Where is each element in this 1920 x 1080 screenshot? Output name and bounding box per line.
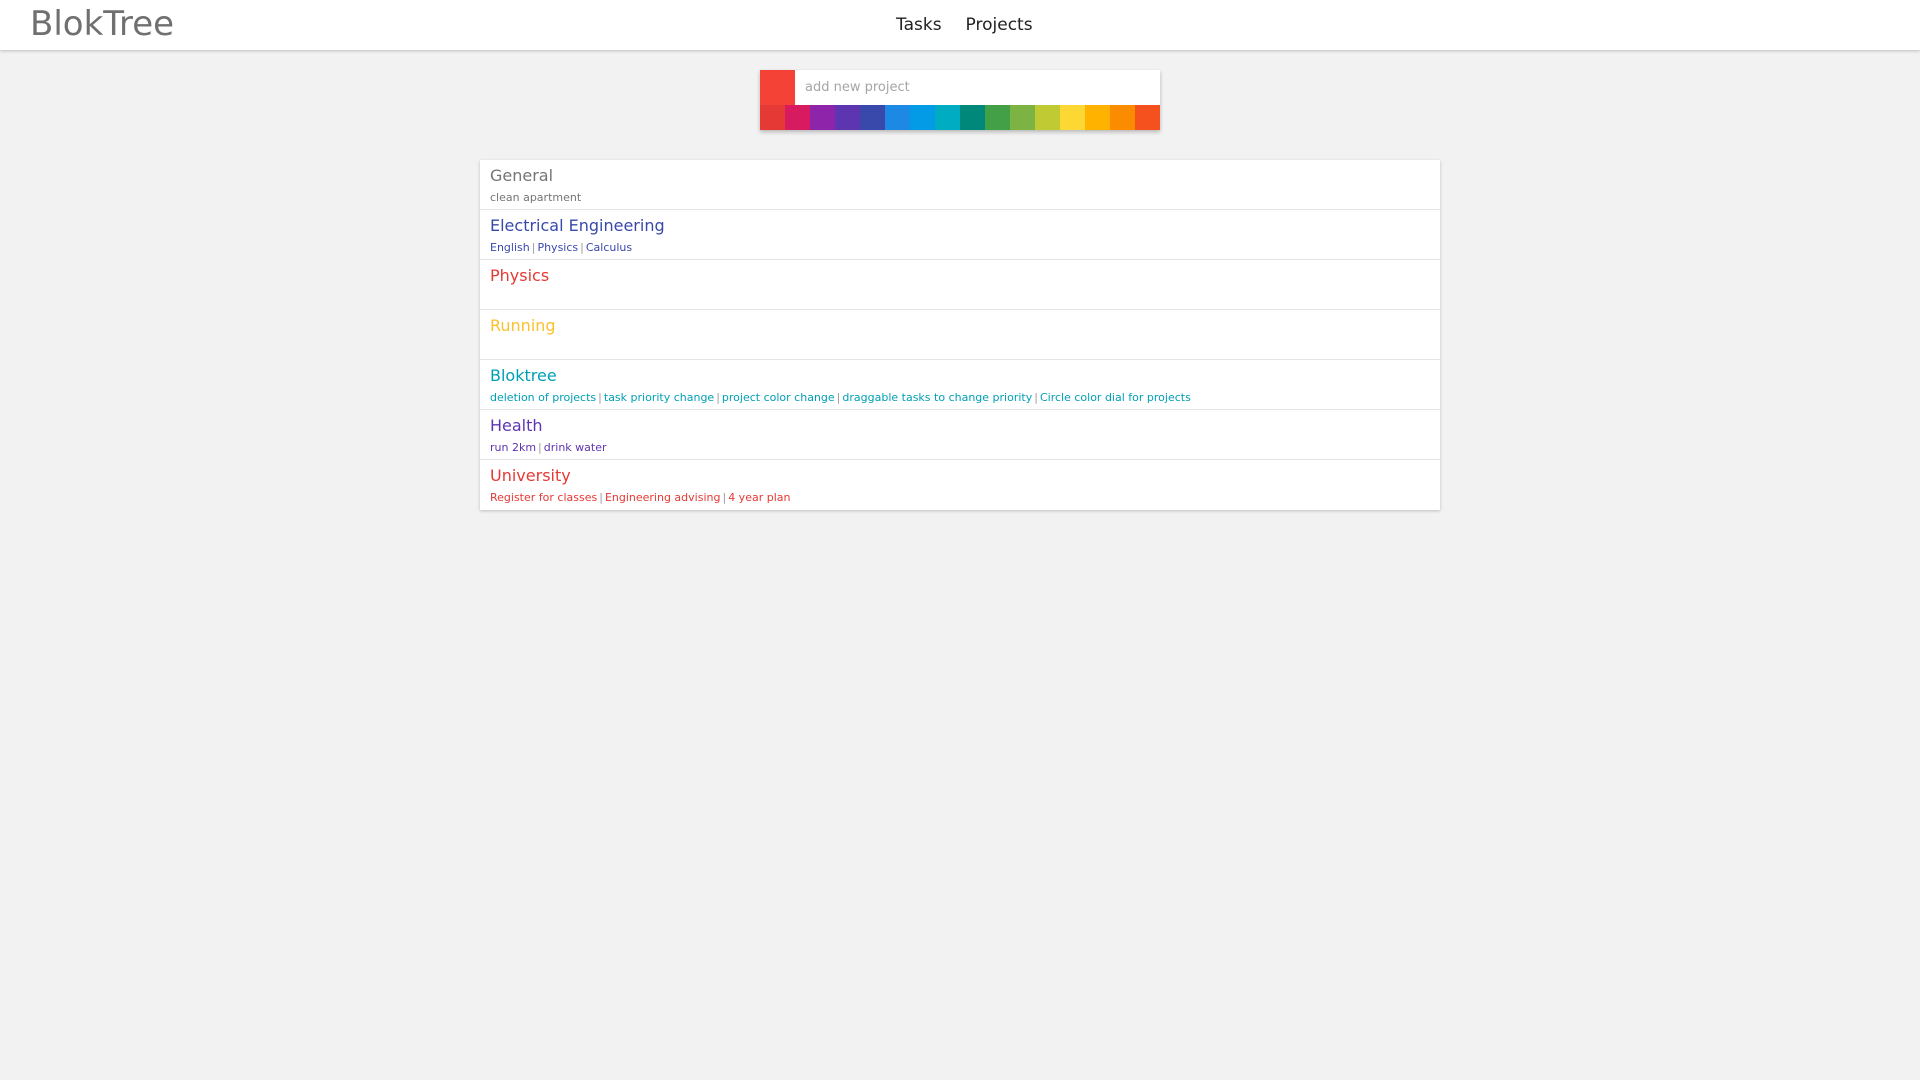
- project-name[interactable]: University: [490, 465, 1430, 487]
- color-swatch[interactable]: [1135, 105, 1160, 130]
- task-separator: |: [580, 241, 584, 254]
- add-project-input[interactable]: [795, 70, 1160, 105]
- project-task[interactable]: deletion of projects: [490, 390, 596, 406]
- project-task[interactable]: Engineering advising: [605, 490, 721, 506]
- task-separator: |: [1034, 391, 1038, 404]
- project-task[interactable]: task priority change: [604, 390, 714, 406]
- add-project-row: [760, 70, 1160, 105]
- task-separator: |: [531, 241, 536, 254]
- top-navbar: BlokTree Tasks Projects: [0, 0, 1920, 50]
- task-separator: |: [836, 391, 841, 404]
- project-task-list: Register for classes | Engineering advisin…: [490, 490, 1430, 506]
- project-name[interactable]: Health: [490, 415, 1430, 437]
- project-name[interactable]: Running: [490, 315, 1430, 337]
- project-item[interactable]: University Register for classes | Engineeri…: [480, 460, 1440, 510]
- project-task[interactable]: English: [490, 240, 530, 256]
- project-item[interactable]: Running: [480, 310, 1440, 360]
- project-task[interactable]: 4 year plan: [728, 490, 790, 506]
- project-task-list: English | Physics | Calculus: [490, 240, 1430, 256]
- project-task-list: deletion of projects | task priority chang…: [490, 390, 1430, 406]
- color-palette: [760, 105, 1160, 130]
- selected-color-swatch[interactable]: [760, 70, 795, 105]
- color-swatch[interactable]: [885, 105, 910, 130]
- project-task[interactable]: Calculus: [586, 240, 632, 256]
- project-task[interactable]: drink water: [544, 440, 607, 456]
- project-item[interactable]: Bloktree deletion of projects | task priori…: [480, 360, 1440, 410]
- nav-links: Tasks Projects: [896, 0, 1057, 50]
- project-task[interactable]: run 2km: [490, 440, 536, 456]
- color-swatch[interactable]: [1110, 105, 1135, 130]
- project-item[interactable]: General clean apartment: [480, 160, 1440, 210]
- color-swatch[interactable]: [785, 105, 810, 130]
- color-swatch[interactable]: [760, 105, 785, 130]
- color-swatch[interactable]: [1060, 105, 1085, 130]
- project-item[interactable]: Physics: [480, 260, 1440, 310]
- color-swatch[interactable]: [810, 105, 835, 130]
- color-swatch[interactable]: [960, 105, 985, 130]
- nav-tasks-link[interactable]: Tasks: [896, 15, 942, 35]
- project-task-list: clean apartment: [490, 190, 1430, 206]
- project-task[interactable]: project color change: [722, 390, 835, 406]
- color-swatch[interactable]: [1035, 105, 1060, 130]
- task-separator: |: [538, 441, 542, 454]
- color-swatch[interactable]: [935, 105, 960, 130]
- add-project-box: [760, 70, 1160, 130]
- color-swatch[interactable]: [910, 105, 935, 130]
- project-item[interactable]: Health run 2km | drink water: [480, 410, 1440, 460]
- project-task-list: run 2km | drink water: [490, 440, 1430, 456]
- color-swatch[interactable]: [860, 105, 885, 130]
- color-swatch[interactable]: [1010, 105, 1035, 130]
- project-name[interactable]: General: [490, 165, 1430, 187]
- project-name[interactable]: Electrical Engineering: [490, 215, 1430, 237]
- task-separator: |: [716, 391, 720, 404]
- task-separator: |: [722, 491, 727, 504]
- color-swatch[interactable]: [985, 105, 1010, 130]
- color-swatch[interactable]: [1085, 105, 1110, 130]
- nav-projects-link[interactable]: Projects: [966, 15, 1033, 35]
- project-name[interactable]: Physics: [490, 265, 1430, 287]
- color-swatch[interactable]: [835, 105, 860, 130]
- project-task[interactable]: Register for classes: [490, 490, 597, 506]
- project-task[interactable]: draggable tasks to change priority: [842, 390, 1032, 406]
- project-name[interactable]: Bloktree: [490, 365, 1430, 387]
- project-task[interactable]: clean apartment: [490, 190, 581, 206]
- project-item[interactable]: Electrical Engineering English | Physics | Ca…: [480, 210, 1440, 260]
- project-list: General clean apartment Electrical Enginee…: [480, 160, 1440, 510]
- task-separator: |: [598, 391, 602, 404]
- project-task[interactable]: Physics: [537, 240, 578, 256]
- task-separator: |: [599, 491, 603, 504]
- app-logo[interactable]: BlokTree: [30, 2, 174, 46]
- project-task[interactable]: Circle color dial for projects: [1040, 390, 1191, 406]
